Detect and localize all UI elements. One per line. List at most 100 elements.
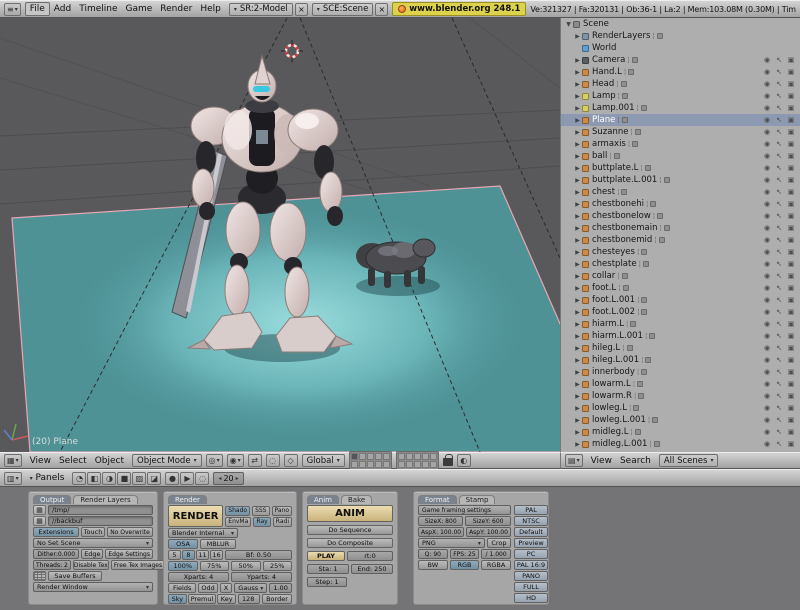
outliner-item-name[interactable]: midleg.L bbox=[592, 427, 628, 437]
layer-button-8[interactable] bbox=[367, 461, 374, 468]
visibility-toggle-icon[interactable]: ◉ bbox=[761, 188, 773, 196]
expand-icon[interactable]: ▶ bbox=[573, 81, 582, 88]
render-toggle-ray[interactable]: Ray bbox=[253, 517, 271, 527]
layer-button-15[interactable] bbox=[430, 453, 437, 460]
outliner-row[interactable]: ▶RenderLayers¦ bbox=[561, 30, 800, 42]
selectability-toggle-icon[interactable]: ↖ bbox=[773, 188, 785, 196]
layer-button-9[interactable] bbox=[375, 461, 382, 468]
visibility-toggle-icon[interactable]: ◉ bbox=[761, 416, 773, 424]
touch-toggle[interactable]: Touch bbox=[81, 527, 105, 537]
editing-icon[interactable]: ▨ bbox=[132, 472, 146, 485]
scene-close-button[interactable]: × bbox=[375, 3, 388, 16]
anim-button[interactable]: ANIM bbox=[307, 505, 393, 522]
filter-size-field[interactable]: 1.00 bbox=[269, 583, 292, 593]
rt-field[interactable]: rt:0 bbox=[347, 551, 393, 561]
selectability-toggle-icon[interactable]: ↖ bbox=[773, 140, 785, 148]
layer-button-19[interactable] bbox=[422, 461, 429, 468]
expand-icon[interactable]: ▶ bbox=[573, 345, 582, 352]
expand-icon[interactable]: ▶ bbox=[573, 129, 582, 136]
sizex-field[interactable]: SizeX: 800 bbox=[418, 516, 463, 526]
outliner-item-name[interactable]: chest bbox=[592, 187, 615, 197]
outliner-item-name[interactable]: hiarm.L.001 bbox=[592, 331, 643, 341]
mblur-toggle[interactable]: MBLUR bbox=[200, 539, 236, 549]
renderability-toggle-icon[interactable]: ▣ bbox=[785, 356, 797, 364]
selectability-toggle-icon[interactable]: ↖ bbox=[773, 236, 785, 244]
script-icon[interactable]: ◧ bbox=[87, 472, 101, 485]
outliner-row[interactable]: ▶chestbonemain¦◉↖▣ bbox=[561, 222, 800, 234]
octree-menu[interactable]: 128 bbox=[238, 594, 260, 604]
outliner-row[interactable]: ▶innerbody¦◉↖▣ bbox=[561, 366, 800, 378]
outliner-item-name[interactable]: Scene bbox=[583, 19, 609, 29]
render-window-menu[interactable]: Render Window▾ bbox=[33, 582, 153, 592]
screen-close-button[interactable]: × bbox=[295, 3, 308, 16]
outliner-row[interactable]: ▶hiarm.L.001¦◉↖▣ bbox=[561, 330, 800, 342]
outliner-row[interactable]: ▶foot.L.001¦◉↖▣ bbox=[561, 294, 800, 306]
outliner-item-name[interactable]: hiarm.L bbox=[592, 319, 624, 329]
render-preview-icon[interactable]: ◐ bbox=[457, 454, 471, 467]
fps-base-field[interactable]: / 1.000 bbox=[481, 549, 511, 559]
disable-tex-toggle[interactable]: Disable Tex bbox=[73, 560, 109, 570]
outliner-row[interactable]: ▶lowleg.L¦◉↖▣ bbox=[561, 402, 800, 414]
menu-render[interactable]: Render bbox=[156, 3, 196, 15]
object-icon[interactable]: ■ bbox=[117, 472, 131, 485]
engine-menu[interactable]: Blender Internal▾ bbox=[168, 528, 238, 538]
alpha-mode-premul[interactable]: Premul bbox=[188, 594, 217, 604]
layer-button-12[interactable] bbox=[406, 453, 413, 460]
outliner-row[interactable]: ▶lowarm.R¦◉↖▣ bbox=[561, 390, 800, 402]
aspx-field[interactable]: AspX: 100.00 bbox=[418, 527, 464, 537]
outliner-row[interactable]: ▶chestbonelow¦◉↖▣ bbox=[561, 210, 800, 222]
window-type-icon[interactable]: ≡▾ bbox=[4, 3, 21, 16]
sizey-field[interactable]: SizeY: 600 bbox=[465, 516, 510, 526]
expand-icon[interactable]: ▶ bbox=[573, 405, 582, 412]
increment-icon[interactable]: ▸ bbox=[236, 475, 239, 482]
buttons-editor-type-icon[interactable]: ▥▾ bbox=[4, 472, 22, 485]
screen-selector[interactable]: ▾SR:2-Model bbox=[229, 3, 293, 16]
outliner-item-name[interactable]: armaxis bbox=[592, 139, 626, 149]
do-composite-toggle[interactable]: Do Composite bbox=[307, 538, 393, 548]
renderability-toggle-icon[interactable]: ▣ bbox=[785, 332, 797, 340]
renderability-toggle-icon[interactable]: ▣ bbox=[785, 296, 797, 304]
outliner-filter-selector[interactable]: All Scenes▾ bbox=[659, 454, 719, 467]
renderability-toggle-icon[interactable]: ▣ bbox=[785, 164, 797, 172]
menu-game[interactable]: Game bbox=[122, 3, 157, 15]
renderability-toggle-icon[interactable]: ▣ bbox=[785, 80, 797, 88]
visibility-toggle-icon[interactable]: ◉ bbox=[761, 428, 773, 436]
render-toggle-envma[interactable]: EnvMa bbox=[225, 517, 251, 527]
layer-button-10[interactable] bbox=[383, 461, 390, 468]
sound-buttons-icon[interactable]: ◌ bbox=[195, 472, 209, 485]
selectability-toggle-icon[interactable]: ↖ bbox=[773, 224, 785, 232]
format-tab-stamp[interactable]: Stamp bbox=[459, 495, 496, 504]
backbuf-field[interactable]: //backbuf bbox=[48, 516, 153, 526]
visibility-toggle-icon[interactable]: ◉ bbox=[761, 116, 773, 124]
expand-icon[interactable]: ▶ bbox=[573, 201, 582, 208]
threads-field[interactable]: Threads: 2 bbox=[33, 560, 71, 570]
layer-button-3[interactable] bbox=[367, 453, 374, 460]
outliner-item-name[interactable]: chestplate bbox=[592, 259, 637, 269]
visibility-toggle-icon[interactable]: ◉ bbox=[761, 200, 773, 208]
osa-level-8[interactable]: 8 bbox=[182, 550, 195, 560]
visibility-toggle-icon[interactable]: ◉ bbox=[761, 92, 773, 100]
renderability-toggle-icon[interactable]: ▣ bbox=[785, 104, 797, 112]
quality-field[interactable]: Q: 90 bbox=[418, 549, 448, 559]
anim-playback-icon[interactable]: ▶ bbox=[180, 472, 194, 485]
visibility-toggle-icon[interactable]: ◉ bbox=[761, 332, 773, 340]
extensions-toggle[interactable]: Extensions bbox=[33, 527, 79, 537]
renderability-toggle-icon[interactable]: ▣ bbox=[785, 224, 797, 232]
odd-toggle[interactable]: Odd bbox=[198, 583, 217, 593]
outliner-item-name[interactable]: buttplate.L.001 bbox=[592, 175, 657, 185]
visibility-toggle-icon[interactable]: ◉ bbox=[761, 320, 773, 328]
edge-toggle[interactable]: Edge bbox=[81, 549, 103, 559]
selectability-toggle-icon[interactable]: ↖ bbox=[773, 368, 785, 376]
render-toggle-shado[interactable]: Shado bbox=[225, 506, 250, 516]
outliner-row[interactable]: ▶Lamp¦◉↖▣ bbox=[561, 90, 800, 102]
expand-icon[interactable]: ▶ bbox=[573, 297, 582, 304]
expand-icon[interactable]: ▶ bbox=[573, 237, 582, 244]
outliner-row[interactable]: ▶chesteyes¦◉↖▣ bbox=[561, 246, 800, 258]
expand-icon[interactable]: ▶ bbox=[573, 273, 582, 280]
renderability-toggle-icon[interactable]: ▣ bbox=[785, 260, 797, 268]
renderability-toggle-icon[interactable]: ▣ bbox=[785, 152, 797, 160]
outliner-item-name[interactable]: ball bbox=[592, 151, 607, 161]
menu-timeline[interactable]: Timeline bbox=[75, 3, 121, 15]
xparts-field[interactable]: Xparts: 4 bbox=[168, 572, 229, 582]
visibility-toggle-icon[interactable]: ◉ bbox=[761, 248, 773, 256]
